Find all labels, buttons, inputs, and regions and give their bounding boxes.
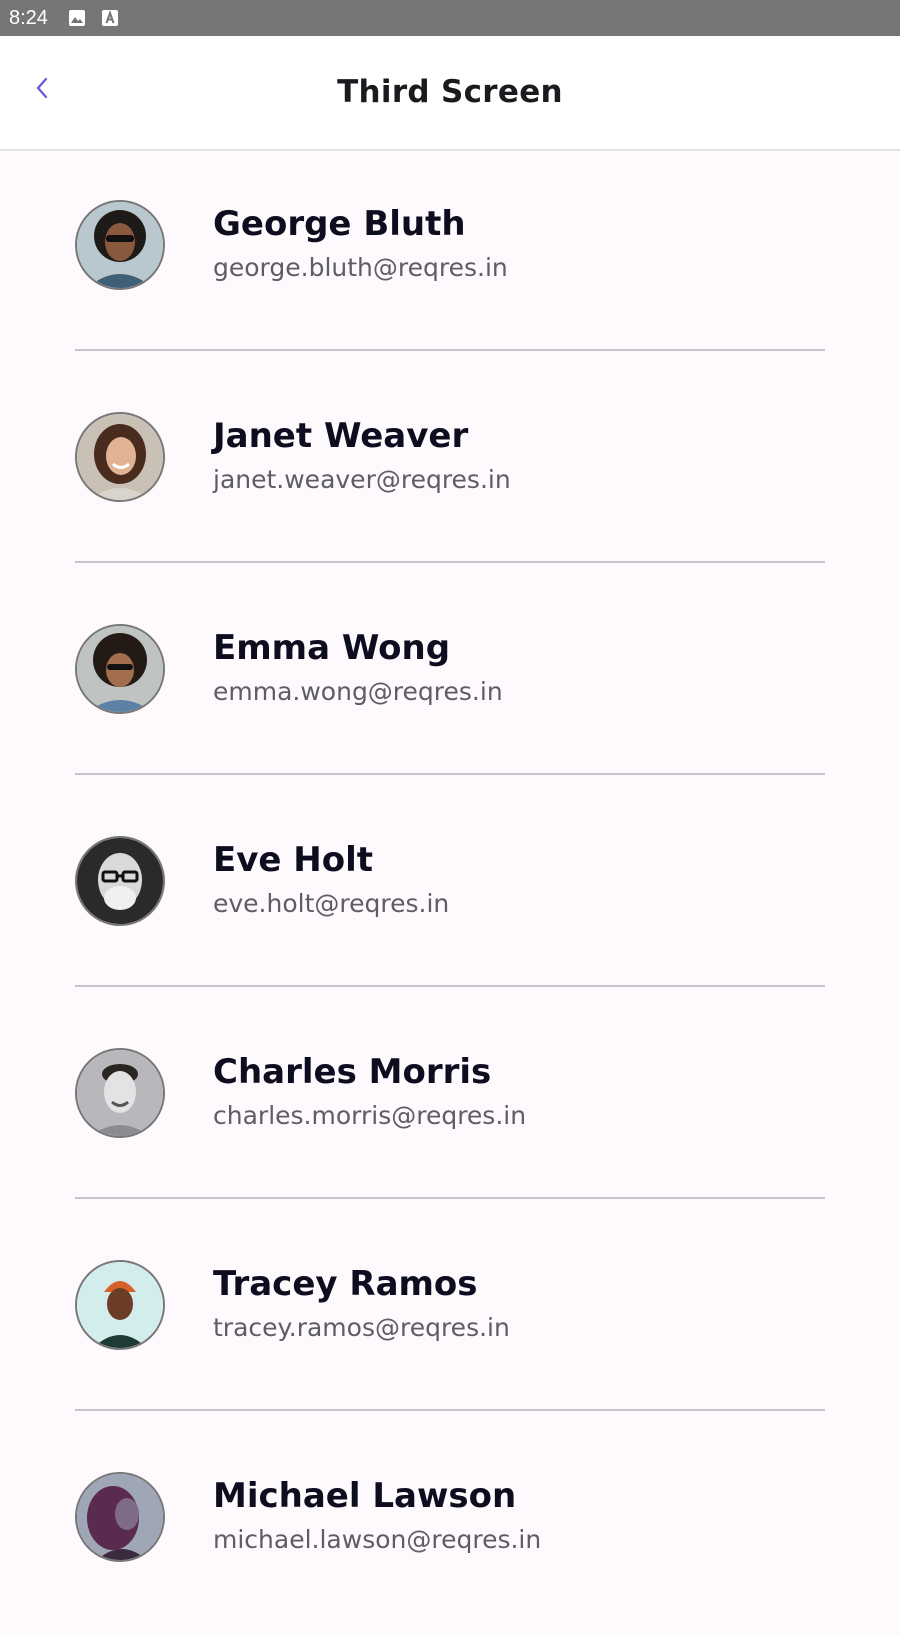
user-name: George Bluth: [213, 204, 466, 244]
user-email: charles.morris@reqres.in: [213, 1101, 527, 1130]
divider: [75, 1197, 825, 1199]
divider: [75, 1409, 825, 1411]
list-item[interactable]: Emma Wong emma.wong@reqres.in: [0, 575, 900, 787]
list-item[interactable]: Michael Lawson michael.lawson@reqres.in: [0, 1423, 900, 1635]
avatar: [75, 1260, 165, 1350]
avatar: [75, 1472, 165, 1562]
user-email: michael.lawson@reqres.in: [213, 1525, 542, 1554]
user-name: Charles Morris: [213, 1052, 492, 1092]
divider: [75, 349, 825, 351]
user-email: george.bluth@reqres.in: [213, 253, 508, 282]
user-name: Michael Lawson: [213, 1476, 517, 1516]
user-name: Tracey Ramos: [213, 1264, 478, 1304]
image-icon: [69, 10, 85, 26]
list-item[interactable]: Tracey Ramos tracey.ramos@reqres.in: [0, 1211, 900, 1423]
user-email: janet.weaver@reqres.in: [213, 465, 511, 494]
status-bar: 8:24: [0, 0, 900, 36]
avatar: [75, 1048, 165, 1138]
user-name: Eve Holt: [213, 840, 374, 880]
list-item[interactable]: George Bluth george.bluth@reqres.in: [0, 151, 900, 363]
user-email: tracey.ramos@reqres.in: [213, 1313, 510, 1342]
user-email: eve.holt@reqres.in: [213, 889, 450, 918]
user-name: Emma Wong: [213, 628, 451, 668]
page-title: Third Screen: [337, 74, 563, 110]
text-a-icon: [102, 10, 118, 26]
user-email: emma.wong@reqres.in: [213, 677, 503, 706]
divider: [75, 773, 825, 775]
status-time: 8:24: [9, 7, 48, 29]
user-name: Janet Weaver: [213, 416, 469, 456]
list-item[interactable]: Janet Weaver janet.weaver@reqres.in: [0, 363, 900, 575]
list-item[interactable]: Charles Morris charles.morris@reqres.in: [0, 999, 900, 1211]
list-item[interactable]: Eve Holt eve.holt@reqres.in: [0, 787, 900, 999]
divider: [75, 985, 825, 987]
avatar: [75, 624, 165, 714]
avatar: [75, 200, 165, 290]
app-bar: Third Screen: [0, 36, 900, 151]
avatar: [75, 412, 165, 502]
divider: [75, 561, 825, 563]
avatar: [75, 836, 165, 926]
